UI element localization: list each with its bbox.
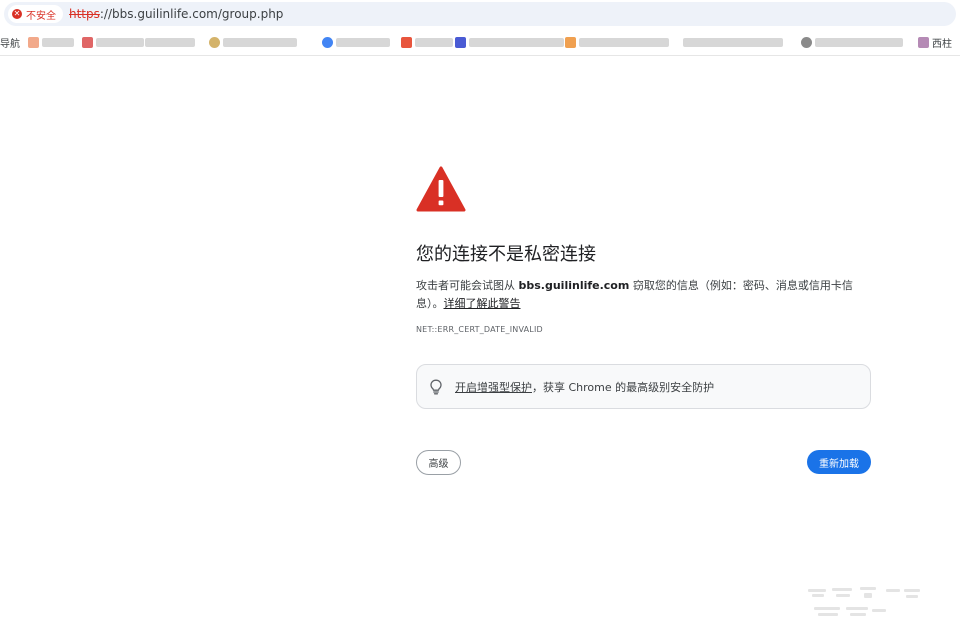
- bookmark-label-blurred: [415, 38, 453, 47]
- bookmark-label-blurred: [683, 38, 783, 47]
- bookmark-item[interactable]: [801, 34, 903, 51]
- enhanced-protection-link[interactable]: 开启增强型保护: [455, 381, 532, 394]
- enhanced-protection-text: 开启增强型保护，获享 Chrome 的最高级别安全防护: [455, 379, 714, 395]
- watermark-logo: [808, 587, 920, 616]
- bookmark-item[interactable]: [82, 34, 144, 51]
- bookmark-item[interactable]: 西柱: [918, 34, 952, 51]
- bookmark-item[interactable]: 导航: [0, 34, 20, 51]
- bookmark-label-blurred: [469, 38, 564, 47]
- enhanced-protection-box: 开启增强型保护，获享 Chrome 的最高级别安全防护: [416, 364, 871, 409]
- error-code: NET::ERR_CERT_DATE_INVALID: [416, 325, 543, 334]
- bookmark-item[interactable]: [322, 34, 390, 51]
- bookmark-label-blurred: [579, 38, 669, 47]
- omnibox[interactable]: ✕ 不安全 https://bbs.guilinlife.com/group.p…: [4, 2, 956, 26]
- explanation-text: 攻击者可能会试图从 bbs.guilinlife.com 窃取您的信息（例如：密…: [416, 277, 856, 313]
- learn-more-link[interactable]: 详细了解此警告: [444, 297, 521, 310]
- bookmark-label-blurred: [96, 38, 144, 47]
- url-rest: ://bbs.guilinlife.com/group.php: [99, 7, 284, 21]
- bookmark-item[interactable]: [145, 34, 195, 51]
- bookmark-label-blurred: [42, 38, 74, 47]
- bookmark-item[interactable]: [401, 34, 453, 51]
- security-chip[interactable]: ✕ 不安全: [8, 5, 63, 23]
- lightbulb-icon: [430, 379, 442, 394]
- reload-button[interactable]: 重新加载: [807, 450, 871, 474]
- bookmark-favicon: [209, 37, 220, 48]
- bookmark-label-blurred: [145, 38, 195, 47]
- bookmark-label-blurred: [223, 38, 297, 47]
- url-scheme: https: [69, 7, 100, 21]
- bookmark-item[interactable]: [565, 34, 669, 51]
- bookmarks-bar: 导航 西柱: [0, 29, 960, 56]
- bookmark-label-blurred: [336, 38, 390, 47]
- advanced-button[interactable]: 高级: [416, 450, 461, 475]
- bookmark-favicon: [401, 37, 412, 48]
- bookmark-label-blurred: [815, 38, 903, 47]
- bookmark-favicon: [82, 37, 93, 48]
- bookmark-label-first: 导航: [0, 39, 20, 50]
- enhanced-protection-rest: ，获享 Chrome 的最高级别安全防护: [532, 380, 715, 394]
- address-bar: ✕ 不安全 https://bbs.guilinlife.com/group.p…: [0, 0, 960, 29]
- bookmark-favicon: [28, 37, 39, 48]
- page-title: 您的连接不是私密连接: [416, 244, 596, 265]
- warning-circle-icon: ✕: [12, 9, 22, 19]
- bookmark-favicon: [565, 37, 576, 48]
- bookmark-favicon: [455, 37, 466, 48]
- url-text[interactable]: https://bbs.guilinlife.com/group.php: [69, 7, 283, 21]
- bookmark-favicon: [322, 37, 333, 48]
- bookmark-favicon: [918, 37, 929, 48]
- bookmark-item[interactable]: [209, 34, 297, 51]
- bookmark-item[interactable]: [683, 34, 783, 51]
- bookmark-label-last: 西柱: [932, 39, 952, 50]
- security-label: 不安全: [26, 10, 56, 22]
- bookmark-item[interactable]: [455, 34, 564, 51]
- warning-triangle-icon: [416, 166, 466, 212]
- bookmark-item[interactable]: [28, 34, 74, 51]
- explanation-prefix: 攻击者可能会试图从: [416, 279, 519, 292]
- host-name: bbs.guilinlife.com: [518, 279, 630, 292]
- bookmark-favicon: [801, 37, 812, 48]
